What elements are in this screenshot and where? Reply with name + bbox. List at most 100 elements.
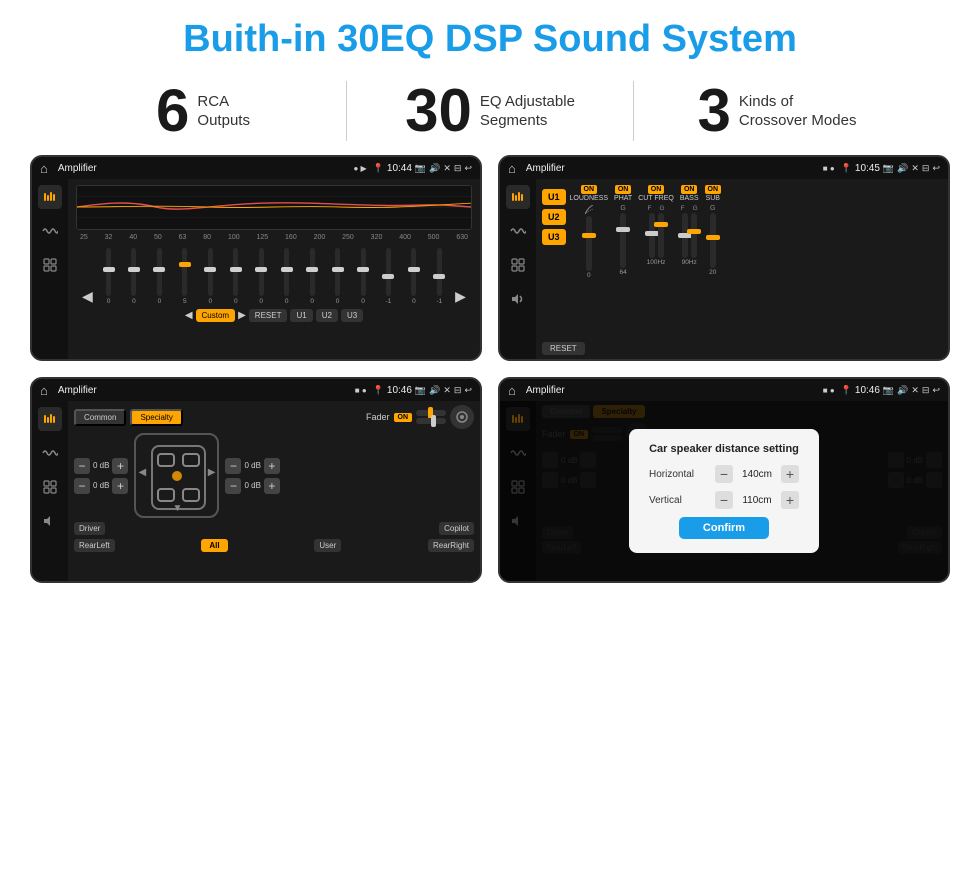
volume-icon-3[interactable] xyxy=(38,509,62,533)
freq-32: 32 xyxy=(105,234,113,241)
eq-custom-btn[interactable]: Custom xyxy=(196,309,236,322)
rearright-btn-3[interactable]: RearRight xyxy=(428,539,474,552)
fader-h-thumb-2[interactable] xyxy=(431,415,436,427)
cutfreq-slider-f[interactable] xyxy=(649,213,655,258)
balance-icon-2[interactable] xyxy=(506,253,530,277)
preset-u3-btn[interactable]: U3 xyxy=(542,229,566,245)
vol-plus-rb[interactable]: + xyxy=(264,478,280,494)
camera-icon-1: 📷 xyxy=(415,163,426,174)
preset-u2-btn[interactable]: U2 xyxy=(542,209,566,225)
close-icon-1: ✕ xyxy=(443,163,451,174)
horizontal-minus-btn[interactable]: − xyxy=(715,465,733,483)
loudness-slider[interactable] xyxy=(586,216,592,271)
vol-right-top: − 0 dB + xyxy=(225,458,279,474)
eq-col-9: 0 xyxy=(300,248,323,305)
back-icon-4[interactable]: ↩ xyxy=(932,385,940,396)
eq-reset-btn[interactable]: RESET xyxy=(249,309,288,322)
freq-80: 80 xyxy=(203,234,211,241)
back-icon-2[interactable]: ↩ xyxy=(932,163,940,174)
back-icon-3[interactable]: ↩ xyxy=(464,385,472,396)
close-icon-3: ✕ xyxy=(443,385,451,396)
time-1: 10:44 xyxy=(387,163,412,174)
freq-25: 25 xyxy=(80,234,88,241)
vertical-minus-btn[interactable]: − xyxy=(715,491,733,509)
all-btn-3[interactable]: All xyxy=(201,539,227,552)
copilot-btn-3[interactable]: Copilot xyxy=(439,522,474,535)
cutfreq-on-badge: ON xyxy=(648,185,665,194)
home-icon-4[interactable]: ⌂ xyxy=(508,383,516,398)
eq-u1-btn[interactable]: U1 xyxy=(290,309,312,322)
home-icon-3[interactable]: ⌂ xyxy=(40,383,48,398)
bass-slider-f[interactable] xyxy=(682,213,688,258)
eq-sliders: ◀ 0 0 0 5 xyxy=(76,245,472,305)
wave-icon-2[interactable] xyxy=(506,219,530,243)
sub-slider[interactable] xyxy=(710,213,716,268)
vol-minus-rt[interactable]: − xyxy=(225,458,241,474)
status-bar-1: ⌂ Amplifier ● ▶ 📍 10:44 📷 🔊 ✕ ⊟ ↩ xyxy=(32,157,480,179)
user-btn-3[interactable]: User xyxy=(314,539,341,552)
home-icon-1[interactable]: ⌂ xyxy=(40,161,48,176)
eq-icon-1[interactable] xyxy=(38,185,62,209)
screen2-title: Amplifier xyxy=(526,163,817,174)
vol-plus-lb[interactable]: + xyxy=(112,478,128,494)
rearleft-btn-3[interactable]: RearLeft xyxy=(74,539,115,552)
eq-next-arrow[interactable]: ▶ xyxy=(453,288,468,305)
tab-common-3[interactable]: Common xyxy=(74,409,126,426)
confirm-button[interactable]: Confirm xyxy=(679,517,769,539)
ctrl-phat: ON PHAT G 64 xyxy=(614,185,632,276)
wave-icon-1[interactable] xyxy=(38,219,62,243)
wave-icon-3[interactable] xyxy=(38,441,62,465)
crossover-reset-btn[interactable]: RESET xyxy=(542,342,585,355)
fader-body: − 0 dB + − 0 dB + xyxy=(74,433,474,518)
horizontal-plus-btn[interactable]: + xyxy=(781,465,799,483)
minimize-icon-3: ⊟ xyxy=(454,385,462,396)
vol-plus-lt[interactable]: + xyxy=(112,458,128,474)
eq-col-3: 0 xyxy=(148,248,171,305)
eq-icon-3[interactable] xyxy=(38,407,62,431)
arrow-right[interactable]: ▶ xyxy=(208,467,216,478)
eq-u2-btn[interactable]: U2 xyxy=(316,309,338,322)
vol-val-lb: 0 dB xyxy=(93,481,109,490)
arrow-left[interactable]: ◀ xyxy=(138,467,146,478)
home-icon-2[interactable]: ⌂ xyxy=(508,161,516,176)
eq-prev-arrow[interactable]: ◀ xyxy=(80,288,95,305)
stat-eq: 30 EQ Adjustable Segments xyxy=(347,81,633,141)
arrow-down[interactable]: ▼ xyxy=(172,503,182,514)
eq-u3-btn[interactable]: U3 xyxy=(341,309,363,322)
balance-icon-3[interactable] xyxy=(38,475,62,499)
volume-icon-2[interactable] xyxy=(506,287,530,311)
status-bar-4: ⌂ Amplifier ■ ● 📍 10:46 📷 🔊 ✕ ⊟ ↩ xyxy=(500,379,948,401)
cutfreq-slider-g[interactable] xyxy=(658,213,664,258)
eq-footer: ◀ Custom ▶ RESET U1 U2 U3 xyxy=(76,309,472,322)
screen4-title: Amplifier xyxy=(526,385,817,396)
eq-icon-2[interactable] xyxy=(506,185,530,209)
vol-val-rb: 0 dB xyxy=(244,481,260,490)
vol-minus-rb[interactable]: − xyxy=(225,478,241,494)
balance-icon-1[interactable] xyxy=(38,253,62,277)
bass-slider-g[interactable] xyxy=(691,213,697,258)
preset-u1-btn[interactable]: U1 xyxy=(542,189,566,205)
eq-col-13: 0 xyxy=(402,248,425,305)
back-icon-1[interactable]: ↩ xyxy=(464,163,472,174)
phat-slider[interactable] xyxy=(620,213,626,268)
screen3-dots: ■ ● xyxy=(355,386,367,395)
vol-minus-lb[interactable]: − xyxy=(74,478,90,494)
settings-btn-3[interactable] xyxy=(450,405,474,429)
slider-thumb-1[interactable] xyxy=(103,267,115,272)
stat-label-eq: EQ Adjustable Segments xyxy=(480,92,575,131)
minimize-icon-4: ⊟ xyxy=(922,385,930,396)
minimize-icon-2: ⊟ xyxy=(922,163,930,174)
eq-prev-btn[interactable]: ◀ xyxy=(185,310,193,321)
vol-plus-rt[interactable]: + xyxy=(264,458,280,474)
vertical-plus-btn[interactable]: + xyxy=(781,491,799,509)
vol-minus-lt[interactable]: − xyxy=(74,458,90,474)
tab-specialty-3[interactable]: Specialty xyxy=(130,409,182,426)
eq-col-1: 0 xyxy=(97,248,120,305)
location-icon-4: 📍 xyxy=(841,385,852,396)
freq-630: 630 xyxy=(456,234,468,241)
fader-label: Fader xyxy=(366,412,390,422)
eq-play-btn[interactable]: ▶ xyxy=(238,310,246,321)
driver-btn-3[interactable]: Driver xyxy=(74,522,105,535)
ctrl-cutfreq: ON CUT FREQ FG 100Hz xyxy=(638,185,674,266)
fader-sliders xyxy=(416,410,446,424)
